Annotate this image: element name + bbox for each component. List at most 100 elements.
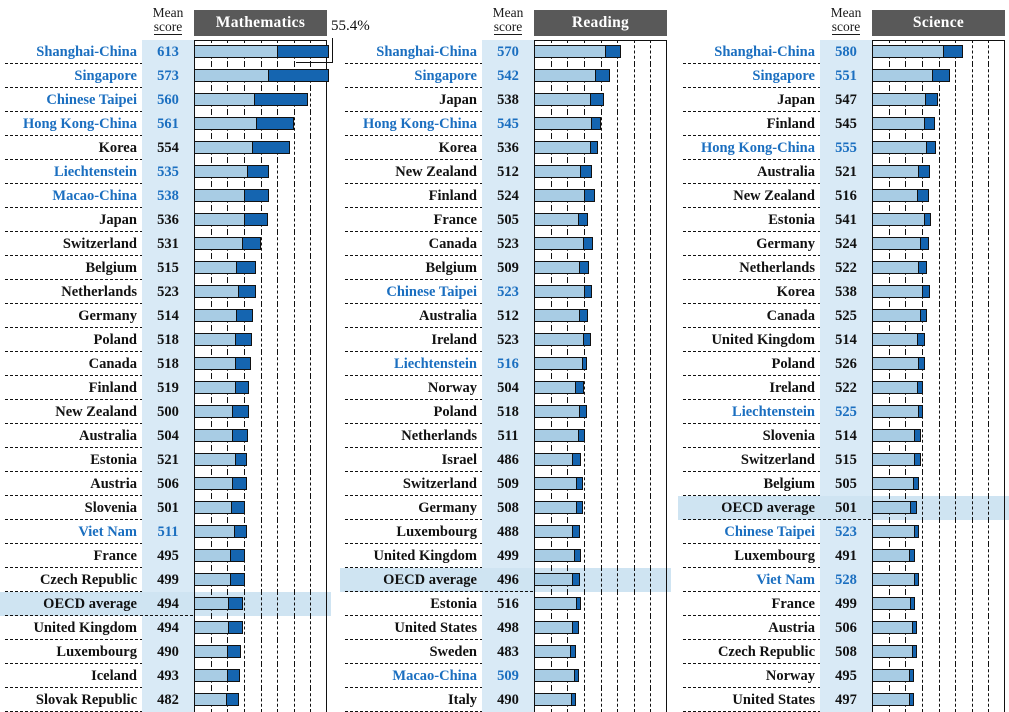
table-row[interactable]: France499	[678, 592, 1009, 616]
table-row[interactable]: Estonia541	[678, 208, 1009, 232]
table-row[interactable]: Japan547	[678, 88, 1009, 112]
table-row[interactable]: Norway495	[678, 664, 1009, 688]
table-row[interactable]: OECD average494	[0, 592, 331, 616]
table-row[interactable]: Germany514	[0, 304, 331, 328]
table-row[interactable]: Poland518	[340, 400, 671, 424]
table-row[interactable]: Korea554	[0, 136, 331, 160]
table-row[interactable]: Switzerland509	[340, 472, 671, 496]
table-row[interactable]: United States498	[340, 616, 671, 640]
table-row[interactable]: Luxembourg491	[678, 544, 1009, 568]
table-row[interactable]: Hong Kong-China561	[0, 112, 331, 136]
table-row[interactable]: France505	[340, 208, 671, 232]
table-row[interactable]: Austria506	[678, 616, 1009, 640]
table-row[interactable]: Liechtenstein535	[0, 160, 331, 184]
gridline	[922, 472, 923, 496]
table-row[interactable]: Australia504	[0, 424, 331, 448]
table-row[interactable]: Germany524	[678, 232, 1009, 256]
table-row[interactable]: Korea536	[340, 136, 671, 160]
table-row[interactable]: Singapore542	[340, 64, 671, 88]
gridline	[261, 472, 262, 496]
table-row[interactable]: Singapore551	[678, 64, 1009, 88]
table-row[interactable]: Poland526	[678, 352, 1009, 376]
country-label: Austria	[678, 616, 820, 640]
table-row[interactable]: United Kingdom514	[678, 328, 1009, 352]
gridline	[939, 496, 940, 520]
table-row[interactable]: Viet Nam511	[0, 520, 331, 544]
table-row[interactable]: Hong Kong-China555	[678, 136, 1009, 160]
bar-segment-light	[535, 190, 584, 201]
table-row[interactable]: Slovenia501	[0, 496, 331, 520]
table-row[interactable]: Luxembourg490	[0, 640, 331, 664]
table-row[interactable]: United States497	[678, 688, 1009, 712]
gridline	[617, 232, 618, 256]
table-row[interactable]: OECD average496	[340, 568, 671, 592]
table-row[interactable]: New Zealand512	[340, 160, 671, 184]
table-row[interactable]: Chinese Taipei523	[340, 280, 671, 304]
table-row[interactable]: Finland524	[340, 184, 671, 208]
table-row[interactable]: Macao-China538	[0, 184, 331, 208]
table-row[interactable]: Korea538	[678, 280, 1009, 304]
table-row[interactable]: Slovak Republic482	[0, 688, 331, 712]
bar-segment-dark	[226, 694, 238, 705]
table-row[interactable]: Belgium505	[678, 472, 1009, 496]
table-row[interactable]: Hong Kong-China545	[340, 112, 671, 136]
table-row[interactable]: Shanghai-China613	[0, 40, 331, 64]
table-row[interactable]: United Kingdom499	[340, 544, 671, 568]
mean-score-value: 522	[820, 256, 872, 280]
table-row[interactable]: Liechtenstein525	[678, 400, 1009, 424]
table-row[interactable]: Shanghai-China570	[340, 40, 671, 64]
table-row[interactable]: Czech Republic508	[678, 640, 1009, 664]
table-row[interactable]: Macao-China509	[340, 664, 671, 688]
table-row[interactable]: Chinese Taipei523	[678, 520, 1009, 544]
table-row[interactable]: Israel486	[340, 448, 671, 472]
table-row[interactable]: Netherlands511	[340, 424, 671, 448]
table-row[interactable]: Ireland522	[678, 376, 1009, 400]
table-row[interactable]: Belgium509	[340, 256, 671, 280]
table-row[interactable]: Italy490	[340, 688, 671, 712]
table-row[interactable]: New Zealand500	[0, 400, 331, 424]
table-row[interactable]: Switzerland531	[0, 232, 331, 256]
mean-score-value: 495	[142, 544, 194, 568]
table-row[interactable]: Germany508	[340, 496, 671, 520]
table-row[interactable]: Austria506	[0, 472, 331, 496]
table-row[interactable]: Netherlands523	[0, 280, 331, 304]
table-row[interactable]: Australia521	[678, 160, 1009, 184]
gridline	[277, 280, 278, 304]
table-row[interactable]: Japan536	[0, 208, 331, 232]
table-row[interactable]: Chinese Taipei560	[0, 88, 331, 112]
table-row[interactable]: Finland519	[0, 376, 331, 400]
table-row[interactable]: Japan538	[340, 88, 671, 112]
table-row[interactable]: Ireland523	[340, 328, 671, 352]
table-row[interactable]: Finland545	[678, 112, 1009, 136]
table-row[interactable]: Viet Nam528	[678, 568, 1009, 592]
table-row[interactable]: Switzerland515	[678, 448, 1009, 472]
gridline	[988, 352, 989, 376]
table-row[interactable]: Australia512	[340, 304, 671, 328]
table-row[interactable]: Luxembourg488	[340, 520, 671, 544]
table-row[interactable]: Norway504	[340, 376, 671, 400]
table-row[interactable]: OECD average501	[678, 496, 1009, 520]
table-row[interactable]: Sweden483	[340, 640, 671, 664]
table-row[interactable]: Estonia516	[340, 592, 671, 616]
table-row[interactable]: United Kingdom494	[0, 616, 331, 640]
table-row[interactable]: Liechtenstein516	[340, 352, 671, 376]
table-row[interactable]: Poland518	[0, 328, 331, 352]
table-row[interactable]: Canada518	[0, 352, 331, 376]
gridline	[277, 208, 278, 232]
table-row[interactable]: Estonia521	[0, 448, 331, 472]
table-row[interactable]: Netherlands522	[678, 256, 1009, 280]
panel-header-reading: MeanscoreReading	[340, 0, 671, 40]
gridline	[294, 352, 295, 376]
table-row[interactable]: Iceland493	[0, 664, 331, 688]
table-row[interactable]: Singapore573	[0, 64, 331, 88]
table-row[interactable]: Belgium515	[0, 256, 331, 280]
table-row[interactable]: France495	[0, 544, 331, 568]
table-row[interactable]: Czech Republic499	[0, 568, 331, 592]
table-row[interactable]: Slovenia514	[678, 424, 1009, 448]
bar-cell	[194, 256, 327, 280]
gridline	[617, 496, 618, 520]
table-row[interactable]: Canada523	[340, 232, 671, 256]
table-row[interactable]: Canada525	[678, 304, 1009, 328]
table-row[interactable]: Shanghai-China580	[678, 40, 1009, 64]
table-row[interactable]: New Zealand516	[678, 184, 1009, 208]
